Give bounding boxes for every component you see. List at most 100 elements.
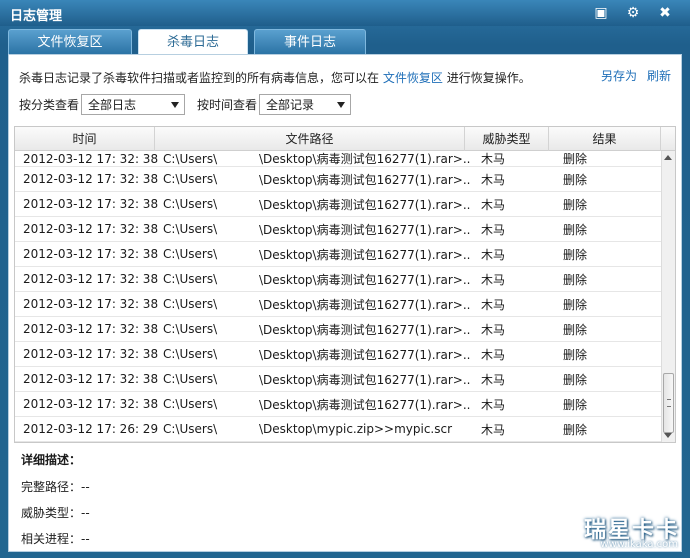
cell-threat-type: 木马	[481, 372, 506, 387]
cell-path-end: \Desktop\病毒测试包16277(1).rar>...	[259, 297, 471, 312]
cell-path-end: \Desktop\病毒测试包16277(1).rar>...	[259, 347, 471, 362]
table-row[interactable]: 2012-03-12 17: 32: 38 C:\Users\ \Desktop\病…	[15, 367, 661, 392]
cell-time: 2012-03-12 17: 32: 38	[23, 222, 159, 236]
time-filter-select[interactable]: 全部记录	[259, 94, 352, 115]
cell-result: 删除	[563, 247, 588, 262]
cell-threat-type: 木马	[481, 152, 506, 166]
chevron-down-icon	[171, 102, 180, 108]
cell-threat-type: 木马	[481, 322, 506, 337]
table-row[interactable]: 2012-03-12 17: 32: 38 C:\Users\ \Desktop\病…	[15, 292, 661, 317]
detail-threat-type: 威胁类型：--	[21, 506, 90, 520]
category-filter-select[interactable]: 全部日志	[81, 94, 186, 115]
cell-time: 2012-03-12 17: 32: 38	[23, 397, 159, 411]
cell-path-end: \Desktop\病毒测试包16277(1).rar>...	[259, 397, 471, 412]
cell-path-start: C:\Users\	[163, 422, 218, 436]
table-row[interactable]: 2012-03-12 17: 32: 38 C:\Users\ \Desktop\病…	[15, 151, 661, 167]
detail-heading: 详细描述：	[21, 453, 82, 467]
column-header-time[interactable]: 时间	[15, 127, 155, 151]
column-header-path[interactable]: 文件路径	[155, 127, 465, 151]
cell-time: 2012-03-12 17: 32: 38	[23, 272, 159, 286]
title-bar-controls: ▣ ⚙ ✖	[590, 3, 676, 23]
cell-time: 2012-03-12 17: 32: 38	[23, 297, 159, 311]
table-row[interactable]: 2012-03-12 17: 32: 38 C:\Users\ \Desktop\病…	[15, 217, 661, 242]
cell-path-end: \Desktop\病毒测试包16277(1).rar>...	[259, 247, 471, 262]
cell-threat-type: 木马	[481, 397, 506, 412]
table-body: 2012-03-12 17: 32: 38 C:\Users\ \Desktop\病…	[15, 151, 661, 442]
cell-path-end: \Desktop\病毒测试包16277(1).rar>...	[259, 172, 471, 187]
detail-full-path: 完整路径：--	[21, 480, 90, 494]
table-row[interactable]: 2012-03-12 17: 26: 29 C:\Users\ \Desktop\m…	[15, 417, 661, 442]
column-header-result[interactable]: 结果	[549, 127, 661, 151]
cell-path-end: \Desktop\病毒测试包16277(1).rar>...	[259, 152, 471, 166]
time-filter-value: 全部记录	[266, 98, 315, 112]
cell-path-end: \Desktop\病毒测试包16277(1).rar>...	[259, 322, 471, 337]
chevron-down-icon	[337, 102, 346, 108]
cell-result: 删除	[563, 272, 588, 287]
cell-path-start: C:\Users\	[163, 322, 218, 336]
info-text: 杀毒日志记录了杀毒软件扫描或者监控到的所有病毒信息，您可以在 文件恢复区 进行恢…	[19, 69, 531, 86]
cell-threat-type: 木马	[481, 172, 506, 187]
info-text-before: 杀毒日志记录了杀毒软件扫描或者监控到的所有病毒信息，您可以在	[19, 71, 380, 85]
scroll-up-icon[interactable]	[664, 155, 672, 160]
log-table: 时间 文件路径 威胁类型 结果 2012-03-12 17: 32: 38 C:\…	[14, 126, 676, 443]
cell-result: 删除	[563, 397, 588, 412]
cell-result: 删除	[563, 197, 588, 212]
table-row[interactable]: 2012-03-12 17: 32: 38 C:\Users\ \Desktop\病…	[15, 342, 661, 367]
detail-related-process: 相关进程：--	[21, 532, 90, 546]
close-icon[interactable]: ✖	[654, 3, 676, 23]
table-row[interactable]: 2012-03-12 17: 32: 38 C:\Users\ \Desktop\病…	[15, 192, 661, 217]
table-row[interactable]: 2012-03-12 17: 32: 38 C:\Users\ \Desktop\病…	[15, 242, 661, 267]
cell-result: 删除	[563, 222, 588, 237]
info-text-after: 进行恢复操作。	[446, 71, 531, 85]
table-row[interactable]: 2012-03-12 17: 32: 38 C:\Users\ \Desktop\病…	[15, 392, 661, 417]
cell-time: 2012-03-12 17: 26: 29	[23, 422, 159, 436]
cell-time: 2012-03-12 17: 32: 38	[23, 322, 159, 336]
cell-path-end: \Desktop\病毒测试包16277(1).rar>...	[259, 272, 471, 287]
column-header-threat-type[interactable]: 威胁类型	[465, 127, 549, 151]
refresh-link[interactable]: 刷新	[647, 67, 671, 84]
scroll-thumb[interactable]	[663, 373, 674, 433]
cell-result: 删除	[563, 372, 588, 387]
table-row[interactable]: 2012-03-12 17: 32: 38 C:\Users\ \Desktop\病…	[15, 267, 661, 292]
cell-path-start: C:\Users\	[163, 372, 218, 386]
file-recovery-link[interactable]: 文件恢复区	[383, 71, 443, 85]
cell-result: 删除	[563, 347, 588, 362]
cell-time: 2012-03-12 17: 32: 38	[23, 372, 159, 386]
cell-path-end: \Desktop\病毒测试包16277(1).rar>...	[259, 197, 471, 212]
cell-path-start: C:\Users\	[163, 197, 218, 211]
cell-result: 删除	[563, 152, 588, 166]
log-manager-window: 日志管理 ▣ ⚙ ✖ 文件恢复区 杀毒日志 事件日志 杀毒日志记录了杀毒软件扫描…	[0, 0, 690, 558]
save-as-link[interactable]: 另存为	[601, 67, 637, 84]
cell-path-start: C:\Users\	[163, 347, 218, 361]
detail-section: 详细描述： 完整路径：-- 威胁类型：-- 相关进程：--	[21, 451, 90, 556]
table-row[interactable]: 2012-03-12 17: 32: 38 C:\Users\ \Desktop\病…	[15, 317, 661, 342]
table-scrollbar[interactable]	[661, 151, 675, 442]
cell-time: 2012-03-12 17: 32: 38	[23, 347, 159, 361]
cell-path-start: C:\Users\	[163, 152, 218, 166]
tab-file-recovery[interactable]: 文件恢复区	[8, 29, 132, 54]
table-row[interactable]: 2012-03-12 17: 32: 38 C:\Users\ \Desktop\病…	[15, 167, 661, 192]
gear-icon[interactable]: ⚙	[622, 3, 644, 23]
table-header: 时间 文件路径 威胁类型 结果	[15, 127, 675, 151]
cell-threat-type: 木马	[481, 422, 506, 437]
tab-antivirus-log[interactable]: 杀毒日志	[138, 29, 248, 55]
cell-path-start: C:\Users\	[163, 247, 218, 261]
cell-path-end: \Desktop\mypic.zip>>mypic.scr	[259, 422, 453, 436]
scroll-down-icon[interactable]	[664, 433, 672, 438]
category-filter-value: 全部日志	[88, 98, 137, 112]
cell-path-start: C:\Users\	[163, 172, 218, 186]
cell-result: 删除	[563, 172, 588, 187]
tab-event-log[interactable]: 事件日志	[254, 29, 366, 54]
panel-actions: 另存为 刷新	[601, 67, 671, 84]
cell-threat-type: 木马	[481, 347, 506, 362]
cell-result: 删除	[563, 322, 588, 337]
cell-threat-type: 木马	[481, 247, 506, 262]
log-panel: 杀毒日志记录了杀毒软件扫描或者监控到的所有病毒信息，您可以在 文件恢复区 进行恢…	[8, 54, 682, 552]
cell-threat-type: 木马	[481, 272, 506, 287]
watermark: 瑞星卡卡 www.ikaka.com	[554, 512, 686, 552]
cell-time: 2012-03-12 17: 32: 38	[23, 197, 159, 211]
minimize-icon[interactable]: ▣	[590, 3, 612, 23]
window-title: 日志管理	[10, 9, 63, 24]
cell-path-end: \Desktop\病毒测试包16277(1).rar>...	[259, 372, 471, 387]
cell-time: 2012-03-12 17: 32: 38	[23, 152, 159, 166]
